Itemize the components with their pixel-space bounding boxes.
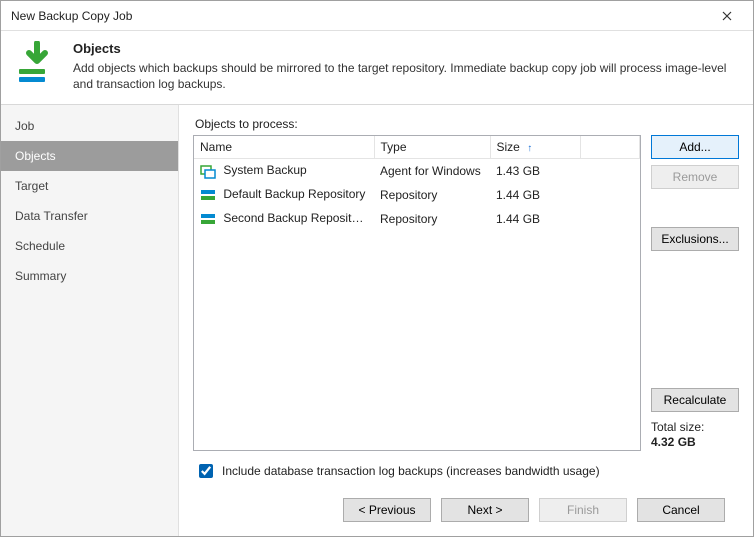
col-header-name[interactable]: Name (194, 136, 374, 159)
wizard-body: Job Objects Target Data Transfer Schedul… (1, 105, 753, 536)
col-header-size[interactable]: Size ↑ (490, 136, 580, 159)
header-text: Objects Add objects which backups should… (73, 41, 739, 92)
sidebar-item-job[interactable]: Job (1, 111, 178, 141)
recalculate-button[interactable]: Recalculate (651, 388, 739, 412)
sidebar-item-data-transfer[interactable]: Data Transfer (1, 201, 178, 231)
repository-icon (200, 211, 216, 227)
col-header-size-label: Size (497, 140, 520, 154)
sidebar-item-target[interactable]: Target (1, 171, 178, 201)
close-icon[interactable] (707, 2, 747, 30)
next-button[interactable]: Next > (441, 498, 529, 522)
cell-type: Repository (374, 183, 490, 207)
cancel-button[interactable]: Cancel (637, 498, 725, 522)
objects-section-label: Objects to process: (195, 117, 739, 131)
cell-name: System Backup (223, 164, 306, 178)
cell-size: 1.44 GB (490, 207, 580, 231)
sidebar-item-schedule[interactable]: Schedule (1, 231, 178, 261)
window-title: New Backup Copy Job (11, 9, 707, 23)
remove-button[interactable]: Remove (651, 165, 739, 189)
header-title: Objects (73, 41, 739, 56)
total-size-label: Total size: (651, 420, 739, 436)
table-row[interactable]: Second Backup Repository Repository 1.44… (194, 207, 640, 231)
wizard-window: New Backup Copy Job Objects Add objects … (0, 0, 754, 537)
objects-header-icon (15, 41, 59, 85)
cell-name: Second Backup Repository (223, 212, 368, 226)
add-button[interactable]: Add... (651, 135, 739, 159)
col-header-spacer (580, 136, 640, 159)
content-row: Name Type Size ↑ (193, 135, 739, 451)
total-size: Total size: 4.32 GB (651, 420, 739, 451)
include-tx-logs-checkbox[interactable] (199, 464, 213, 478)
header-description: Add objects which backups should be mirr… (73, 60, 739, 92)
system-backup-icon (200, 163, 216, 179)
include-tx-logs-row[interactable]: Include database transaction log backups… (193, 451, 739, 487)
exclusions-button[interactable]: Exclusions... (651, 227, 739, 251)
wizard-main: Objects to process: Name Type Size ↑ (179, 105, 753, 536)
cell-type: Agent for Windows (374, 159, 490, 184)
sidebar-item-summary[interactable]: Summary (1, 261, 178, 291)
include-tx-logs-label: Include database transaction log backups… (222, 464, 600, 478)
cell-type: Repository (374, 207, 490, 231)
finish-button[interactable]: Finish (539, 498, 627, 522)
table-row[interactable]: Default Backup Repository Repository 1.4… (194, 183, 640, 207)
wizard-footer: < Previous Next > Finish Cancel (193, 487, 739, 536)
objects-table[interactable]: Name Type Size ↑ (193, 135, 641, 451)
total-size-value: 4.32 GB (651, 435, 739, 451)
sidebar-item-objects[interactable]: Objects (1, 141, 178, 171)
previous-button[interactable]: < Previous (343, 498, 431, 522)
wizard-header: Objects Add objects which backups should… (1, 31, 753, 105)
wizard-sidebar: Job Objects Target Data Transfer Schedul… (1, 105, 179, 536)
repository-icon (200, 187, 216, 203)
cell-size: 1.44 GB (490, 183, 580, 207)
table-row[interactable]: System Backup Agent for Windows 1.43 GB (194, 159, 640, 184)
col-header-type[interactable]: Type (374, 136, 490, 159)
cell-size: 1.43 GB (490, 159, 580, 184)
titlebar: New Backup Copy Job (1, 1, 753, 31)
sort-asc-icon: ↑ (527, 143, 532, 154)
side-buttons: Add... Remove Exclusions... Recalculate … (651, 135, 739, 451)
cell-name: Default Backup Repository (223, 188, 365, 202)
